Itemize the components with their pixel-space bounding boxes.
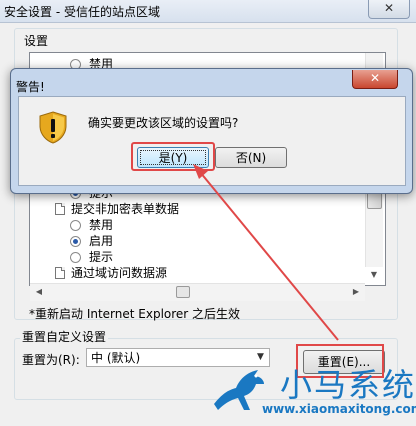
window-close-button[interactable]: ✕ — [368, 0, 410, 19]
scroll-down-arrow-icon[interactable]: ▼ — [366, 267, 382, 283]
horse-logo-icon — [214, 370, 264, 410]
horizontal-scroll-thumb[interactable] — [176, 286, 190, 298]
reset-level-value: 中 (默认) — [91, 351, 141, 365]
window-title: 安全设置 - 受信任的站点区域 — [4, 5, 160, 19]
horizontal-scrollbar[interactable] — [30, 283, 365, 301]
scroll-left-arrow-icon[interactable]: ◀ — [31, 284, 47, 300]
list-item[interactable]: 提示 — [70, 249, 113, 265]
warning-content — [18, 96, 406, 186]
watermark-brand: 小马系统 — [280, 366, 416, 404]
list-category-label: 通过域访问数据源 — [71, 266, 168, 280]
scroll-right-arrow-icon[interactable]: ▶ — [348, 284, 364, 300]
list-item[interactable]: 禁用 — [70, 217, 113, 233]
watermark-url: www.xiaomaxitong.com — [262, 402, 416, 416]
warning-title: 警告! — [16, 80, 45, 94]
warning-message: 确实要更改该区域的设置吗? — [88, 116, 239, 130]
list-item-label: 禁用 — [89, 218, 114, 232]
list-item[interactable]: 启用 — [70, 233, 113, 249]
settings-group-label: 设置 — [22, 32, 51, 49]
page-icon — [55, 267, 65, 279]
yes-highlight-box — [131, 142, 215, 171]
list-item-label: 启用 — [89, 234, 114, 248]
page-icon — [55, 203, 65, 215]
no-button[interactable]: 否(N) — [215, 147, 287, 168]
list-category: 通过域访问数据源 — [55, 265, 167, 281]
list-category: 提交非加密表单数据 — [55, 201, 179, 217]
list-category-label: 提交非加密表单数据 — [71, 202, 180, 216]
warning-close-button[interactable]: ✕ — [352, 70, 398, 89]
reset-group-label: 重置自定义设置 — [20, 328, 109, 345]
list-item-label: 提示 — [89, 250, 114, 264]
radio-button[interactable] — [70, 252, 81, 263]
window-titlebar: 安全设置 - 受信任的站点区域 ✕ — [0, 0, 416, 23]
radio-button[interactable] — [70, 236, 81, 247]
warning-shield-icon — [39, 111, 67, 144]
restart-note: *重新启动 Internet Explorer 之后生效 — [29, 307, 241, 321]
radio-button[interactable] — [70, 220, 81, 231]
reset-to-label: 重置为(R): — [22, 353, 80, 367]
